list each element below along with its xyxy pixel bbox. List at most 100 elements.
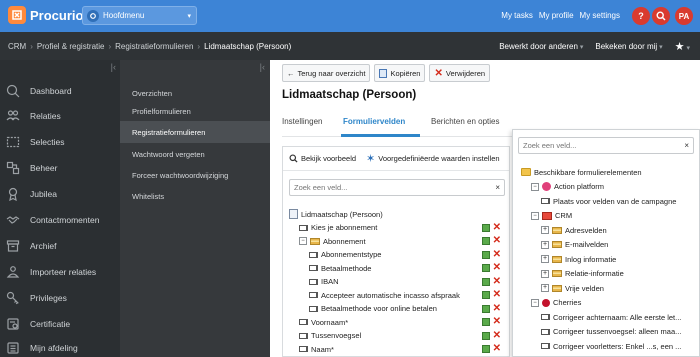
collapse-icon[interactable]: − bbox=[299, 237, 307, 245]
breadcrumb-item[interactable]: Registratieformulieren bbox=[115, 42, 193, 51]
back-to-overview-button[interactable]: ← Terug naar overzicht bbox=[282, 64, 371, 82]
nav-item-relaties[interactable]: Relaties bbox=[0, 104, 120, 128]
tree-item[interactable]: Corrigeer voorletters: Enkel ...s, een .… bbox=[541, 339, 681, 353]
clear-search-icon[interactable]: × bbox=[684, 141, 689, 150]
tree-item[interactable]: + Vrije velden bbox=[541, 281, 604, 295]
collapse-icon[interactable]: − bbox=[531, 182, 539, 191]
tree-item[interactable]: Voornaam* bbox=[299, 315, 348, 329]
expand-icon[interactable]: + bbox=[541, 284, 549, 292]
delete-icon[interactable]: ✕ bbox=[493, 330, 501, 340]
tree-item[interactable]: − Action platform bbox=[531, 180, 604, 194]
tree-item[interactable]: Lidmaatschap (Persoon) bbox=[289, 207, 383, 221]
expand-icon[interactable]: + bbox=[541, 269, 549, 278]
nav-item-selecties[interactable]: Selecties bbox=[0, 130, 120, 154]
delete-icon[interactable]: ✕ bbox=[493, 222, 501, 232]
breadcrumb-item[interactable]: Profiel & registratie bbox=[37, 42, 105, 51]
expand-icon[interactable]: + bbox=[541, 226, 549, 234]
delete-icon[interactable]: ✕ bbox=[493, 344, 501, 354]
my-tasks-link[interactable]: My tasks bbox=[501, 11, 533, 20]
help-button[interactable]: ? bbox=[632, 7, 650, 25]
subnav-item-whitelists[interactable]: Whitelists bbox=[120, 185, 270, 207]
delete-icon[interactable]: ✕ bbox=[493, 290, 501, 300]
tree-item[interactable]: IBAN bbox=[309, 275, 339, 289]
tree-item[interactable]: − Cherries bbox=[531, 296, 581, 310]
collapse-nav-icon[interactable]: |‹ bbox=[111, 62, 116, 72]
breadcrumb-item[interactable]: CRM bbox=[8, 42, 26, 51]
field-search-input[interactable] bbox=[290, 180, 504, 195]
main-menu-select[interactable]: Hoofdmenu ▾ bbox=[82, 6, 197, 25]
tree-item[interactable]: Betaalmethode voor online betalen bbox=[309, 302, 437, 316]
edit-icon[interactable] bbox=[481, 223, 490, 232]
tree-item[interactable]: + E-mailvelden bbox=[541, 238, 608, 252]
my-settings-link[interactable]: My settings bbox=[580, 11, 620, 20]
tree-item[interactable]: Tussenvoegsel bbox=[299, 329, 361, 343]
tree-item[interactable]: Kies je abonnement bbox=[299, 221, 377, 235]
subnav-item-forceer-wachtwoordwijziging[interactable]: Forceer wachtwoordwijziging bbox=[120, 164, 270, 186]
expand-icon[interactable]: + bbox=[541, 240, 549, 249]
edit-icon[interactable] bbox=[481, 291, 490, 299]
edited-by-others-dropdown[interactable]: Bewerkt door anderen bbox=[499, 42, 583, 51]
copy-button[interactable]: Kopiëren bbox=[374, 64, 426, 82]
collapse-icon[interactable]: − bbox=[531, 298, 539, 307]
tab-instellingen[interactable]: Instellingen bbox=[282, 117, 322, 126]
tree-item[interactable]: Accepteer automatische incasso afspraak bbox=[309, 288, 460, 302]
tree-item[interactable]: + Adresvelden bbox=[541, 223, 607, 237]
tab-berichten-en-opties[interactable]: Berichten en opties bbox=[431, 117, 500, 126]
favorite-star-icon[interactable]: ★ ▾ bbox=[675, 40, 690, 53]
tree-item[interactable]: + Inlog informatie bbox=[541, 252, 616, 266]
my-profile-link[interactable]: My profile bbox=[539, 11, 574, 20]
tree-item[interactable]: − CRM bbox=[531, 209, 572, 223]
tree-item[interactable]: Plaats voor velden van de campagne bbox=[541, 194, 676, 208]
tree-item[interactable]: − Abonnement bbox=[299, 234, 366, 248]
nav-item-contactmomenten[interactable]: Contactmomenten bbox=[0, 208, 120, 232]
delete-icon[interactable]: ✕ bbox=[493, 317, 501, 327]
nav-item-certificatie[interactable]: Certificatie bbox=[0, 312, 120, 336]
subnav-item-wachtwoord-vergeten[interactable]: Wachtwoord vergeten bbox=[120, 143, 270, 165]
edit-icon[interactable] bbox=[481, 277, 490, 286]
nav-item-mijn-afdeling[interactable]: Mijn afdeling bbox=[0, 336, 120, 357]
subnav-item-registratieformulieren[interactable]: Registratieformulieren bbox=[120, 121, 270, 143]
delete-icon[interactable]: ✕ bbox=[493, 276, 501, 286]
nav-item-dashboard[interactable]: Dashboard bbox=[0, 79, 120, 103]
edit-icon[interactable] bbox=[481, 304, 490, 313]
nav-item-archief[interactable]: Archief bbox=[0, 234, 120, 258]
tree-item[interactable]: + Relatie-informatie bbox=[541, 267, 624, 281]
tree-item[interactable]: Betaalmethode bbox=[309, 261, 371, 275]
predefined-values-button[interactable]: ✶ Voorgedefiniëerde waarden instellen bbox=[366, 152, 500, 165]
nav-item-beheer[interactable]: Beheer bbox=[0, 156, 120, 180]
collapse-icon[interactable]: − bbox=[531, 211, 539, 220]
edit-icon[interactable] bbox=[481, 237, 490, 245]
tree-item[interactable]: Beschikbare formulierelementen bbox=[521, 165, 642, 179]
avatar[interactable]: PA bbox=[675, 7, 693, 25]
collapse-subnav-icon[interactable]: |‹ bbox=[260, 62, 265, 72]
search-icon bbox=[656, 11, 666, 21]
clear-search-icon[interactable]: × bbox=[495, 183, 500, 192]
tree-item[interactable]: Naam* bbox=[299, 342, 334, 356]
tree-item[interactable]: Abonnementstype bbox=[309, 248, 381, 262]
app-logo[interactable]: Procurios bbox=[8, 6, 91, 24]
nav-item-jubilea[interactable]: Jubilea bbox=[0, 182, 120, 206]
tab-formuliervelden[interactable]: Formuliervelden bbox=[343, 117, 405, 126]
expand-icon[interactable]: + bbox=[541, 255, 549, 263]
edit-icon[interactable] bbox=[481, 345, 490, 353]
delete-icon[interactable]: ✕ bbox=[493, 236, 501, 246]
manage-icon bbox=[6, 161, 20, 175]
delete-button[interactable]: ✕ Verwijderen bbox=[429, 64, 491, 82]
subnav-item-profielformulieren[interactable]: Profielformulieren bbox=[120, 100, 270, 122]
delete-icon[interactable]: ✕ bbox=[493, 249, 501, 259]
tree-item[interactable]: Corrigeer achternaam: Alle eerste let... bbox=[541, 310, 681, 324]
field-group-icon bbox=[552, 226, 562, 234]
edit-icon[interactable] bbox=[481, 250, 490, 259]
delete-icon[interactable]: ✕ bbox=[493, 303, 501, 313]
nav-item-privileges[interactable]: Privileges bbox=[0, 286, 120, 310]
edit-icon[interactable] bbox=[481, 331, 490, 340]
nav-item-importeer-relaties[interactable]: Importeer relaties bbox=[0, 260, 120, 284]
element-search-input[interactable] bbox=[519, 138, 693, 153]
edit-icon[interactable] bbox=[481, 264, 490, 272]
search-button[interactable] bbox=[652, 7, 670, 25]
delete-icon[interactable]: ✕ bbox=[493, 263, 501, 273]
edit-icon[interactable] bbox=[481, 318, 490, 326]
tree-item[interactable]: Corrigeer tussenvoegsel: alleen maa... bbox=[541, 325, 681, 339]
preview-button[interactable]: Bekijk voorbeeld bbox=[289, 154, 356, 163]
viewed-by-me-dropdown[interactable]: Bekeken door mij bbox=[595, 42, 662, 51]
